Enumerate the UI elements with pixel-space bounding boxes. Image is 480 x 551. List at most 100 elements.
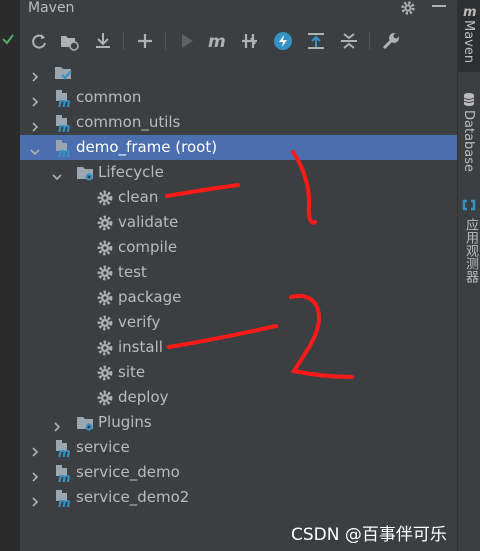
watermark: CSDN @百事伴可乐 bbox=[291, 525, 447, 545]
tree-row-goal-test[interactable]: test bbox=[20, 260, 457, 285]
svg-text:m: m bbox=[58, 96, 71, 107]
checkmark-icon bbox=[2, 34, 14, 45]
maven-m-icon: m bbox=[463, 5, 477, 18]
execute-goal-icon[interactable]: m bbox=[207, 30, 229, 52]
tree-row-goal-package[interactable]: package bbox=[20, 285, 457, 310]
chevron-down-icon[interactable] bbox=[52, 167, 62, 181]
gear-icon bbox=[96, 289, 114, 307]
tree-row-label: service_demo bbox=[76, 463, 180, 481]
app-monitor-tab[interactable]: 应用观测器 bbox=[458, 196, 480, 292]
svg-text:m: m bbox=[58, 121, 71, 132]
run-icon[interactable] bbox=[176, 30, 198, 52]
download-icon[interactable] bbox=[92, 30, 114, 52]
tree-row-label: common_utils bbox=[76, 113, 181, 131]
tree-row-label: install bbox=[118, 338, 163, 356]
tree-row-label: Plugins bbox=[98, 413, 152, 431]
monitor-icon bbox=[462, 199, 476, 211]
svg-text:m: m bbox=[58, 471, 71, 482]
tree-row-label: Lifecycle bbox=[98, 163, 164, 181]
gear-icon bbox=[96, 264, 114, 282]
tree-row-common_utils[interactable]: m common_utils bbox=[20, 110, 457, 135]
tool-window-title: Maven bbox=[28, 0, 75, 16]
tree-row-label: test bbox=[118, 263, 147, 281]
maven-module-icon: m bbox=[54, 139, 72, 160]
tree-row-goal-deploy[interactable]: deploy bbox=[20, 385, 457, 410]
toolbar-separator bbox=[165, 32, 166, 50]
plugins-folder-icon bbox=[76, 414, 94, 432]
tree-row-goal-compile[interactable]: compile bbox=[20, 235, 457, 260]
gear-icon bbox=[96, 364, 114, 382]
tree-row-goal-validate[interactable]: validate bbox=[20, 210, 457, 235]
gear-icon bbox=[96, 214, 114, 232]
profiles-folder-icon bbox=[54, 64, 72, 82]
hide-panel-icon[interactable] bbox=[430, 0, 448, 14]
chevron-right-icon[interactable] bbox=[30, 467, 40, 482]
tree-row-label: clean bbox=[118, 188, 159, 206]
gear-icon bbox=[96, 339, 114, 357]
toggle-offline-icon[interactable] bbox=[239, 30, 261, 52]
svg-text:m: m bbox=[463, 5, 477, 18]
tree-row-plugins[interactable]: Plugins bbox=[20, 410, 457, 435]
app-monitor-tab-label: 应用观测器 bbox=[463, 218, 478, 283]
tree-row-service-demo[interactable]: m service_demo bbox=[20, 460, 457, 485]
chevron-right-icon[interactable] bbox=[30, 492, 40, 507]
maven-tool-window: Maven m m common m common_utils m demo_f… bbox=[20, 0, 457, 551]
maven-tab-label: Maven bbox=[461, 20, 476, 64]
svg-text:m: m bbox=[58, 496, 71, 507]
maven-toolbar: m bbox=[20, 24, 457, 58]
chevron-right-icon[interactable] bbox=[30, 442, 40, 457]
generate-sources-icon[interactable] bbox=[58, 30, 80, 52]
svg-text:m: m bbox=[58, 146, 71, 157]
lifecycle-folder-icon bbox=[76, 164, 94, 182]
chevron-right-icon[interactable] bbox=[30, 117, 40, 132]
tree-row-lifecycle[interactable]: Lifecycle bbox=[20, 160, 457, 185]
tool-window-header: Maven bbox=[20, 0, 457, 21]
tree-row-label: validate bbox=[118, 213, 179, 231]
editor-gutter bbox=[0, 0, 21, 551]
show-dependencies-icon[interactable] bbox=[305, 30, 327, 52]
maven-module-icon: m bbox=[54, 114, 72, 135]
maven-module-icon: m bbox=[54, 489, 72, 510]
svg-text:m: m bbox=[58, 446, 71, 457]
tree-row-label: service_demo2 bbox=[76, 488, 190, 506]
tree-row-label: compile bbox=[118, 238, 178, 256]
collapse-all-icon[interactable] bbox=[338, 30, 360, 52]
right-tool-stripe: m Maven Database 应用观测器 bbox=[457, 0, 480, 551]
toolbar-separator bbox=[369, 32, 370, 50]
toolbar-separator bbox=[123, 32, 124, 50]
gear-icon bbox=[96, 314, 114, 332]
tree-row-label: deploy bbox=[118, 388, 169, 406]
chevron-down-icon[interactable] bbox=[30, 142, 40, 156]
tree-row-goal-clean[interactable]: clean bbox=[20, 185, 457, 210]
maven-tab[interactable]: m Maven bbox=[458, 0, 480, 72]
tree-row-goal-install[interactable]: install bbox=[20, 335, 457, 360]
tree-row-service[interactable]: m service bbox=[20, 435, 457, 460]
database-tab-label: Database bbox=[461, 110, 476, 173]
tree-row-label: common bbox=[76, 88, 142, 106]
tree-row-label: package bbox=[118, 288, 182, 306]
gear-icon[interactable] bbox=[400, 0, 416, 16]
tree-row-goal-verify[interactable]: verify bbox=[20, 310, 457, 335]
tree-row-goal-site[interactable]: site bbox=[20, 360, 457, 385]
maven-module-icon: m bbox=[54, 89, 72, 110]
add-icon[interactable] bbox=[134, 30, 156, 52]
settings-wrench-icon[interactable] bbox=[380, 30, 402, 52]
tree-row-common[interactable]: m common bbox=[20, 85, 457, 110]
tree-row-service-demo2[interactable]: m service_demo2 bbox=[20, 485, 457, 510]
database-icon bbox=[463, 93, 475, 106]
tree-row-label: site bbox=[118, 363, 146, 381]
gear-icon bbox=[96, 389, 114, 407]
svg-text:m: m bbox=[208, 32, 226, 52]
gear-icon bbox=[96, 189, 114, 207]
skip-tests-icon[interactable] bbox=[272, 30, 294, 52]
maven-module-icon: m bbox=[54, 439, 72, 460]
database-tab[interactable]: Database bbox=[458, 88, 480, 178]
reload-icon[interactable] bbox=[28, 30, 50, 52]
chevron-right-icon[interactable] bbox=[52, 417, 62, 432]
tree-row-profiles[interactable] bbox=[20, 60, 457, 85]
tree-row-demo_frame[interactable]: m demo_frame (root) bbox=[20, 135, 457, 160]
tree-row-label: verify bbox=[118, 313, 161, 331]
chevron-right-icon[interactable] bbox=[30, 92, 40, 107]
tree-row-label: service bbox=[76, 438, 130, 456]
chevron-right-icon[interactable] bbox=[30, 67, 40, 82]
